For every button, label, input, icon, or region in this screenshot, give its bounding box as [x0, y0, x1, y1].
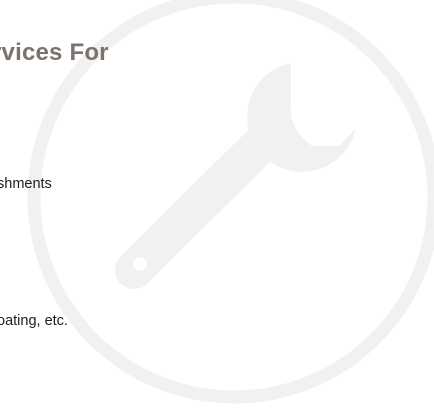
section-heading: rvices For	[0, 39, 109, 66]
service-item-text: shments	[0, 176, 52, 192]
service-item-text: oating, etc.	[0, 313, 68, 329]
services-section: rvices For shments oating, etc.	[0, 0, 434, 411]
